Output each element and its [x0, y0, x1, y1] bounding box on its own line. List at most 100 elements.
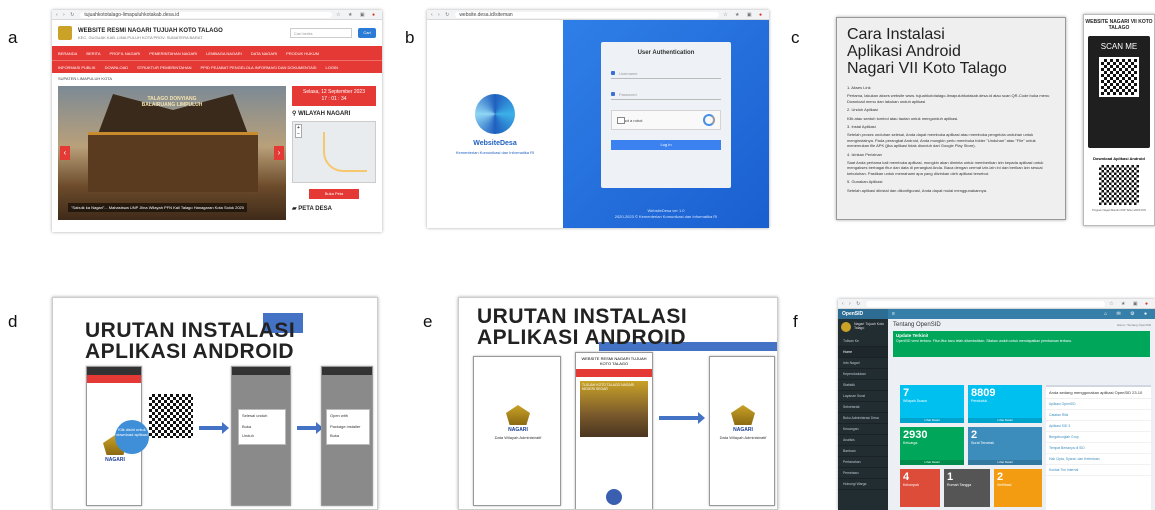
nav-item[interactable]: BERITA: [86, 51, 100, 56]
topbar-icons[interactable]: ⌂ ✉ ⚙ ●: [1104, 309, 1155, 319]
panel-f-opensid-dashboard: ‹ › ↻ ☆ ★ ▣ ● OpenSID ≡ ⌂ ✉ ⚙ ● Nagari T…: [838, 299, 1155, 510]
step-heading: 1. Akses Link: [847, 85, 871, 90]
sidebar-item[interactable]: Statistik: [838, 380, 888, 391]
address-bar[interactable]: website.desa.id/siteman: [455, 11, 720, 18]
stat-more-link[interactable]: Lihat Detail: [900, 418, 964, 423]
steps-title-line1: URUTAN INSTALASI: [85, 319, 296, 342]
dialog-title: Open with: [330, 413, 349, 418]
nagari-label: NAGARI: [508, 427, 528, 433]
panel-label-f: f: [793, 312, 798, 331]
slider-prev-icon[interactable]: ‹: [60, 146, 70, 160]
dialog-option[interactable]: Buka: [330, 433, 366, 438]
sidebar-item[interactable]: Pemetaan: [838, 468, 888, 479]
sidebar-item[interactable]: Buku Administrasi Desa: [838, 413, 888, 424]
stat-box[interactable]: 2 Surat Tercetak Lihat Detail: [968, 427, 1042, 465]
dialog-option[interactable]: Buka: [242, 424, 282, 429]
stat-label: Kelompok: [903, 483, 919, 487]
stat-more-link[interactable]: Lihat Detail: [900, 460, 964, 465]
nav-item[interactable]: STRUKTUR PEMERINTAHAN: [137, 65, 191, 70]
recaptcha-checkbox[interactable]: [617, 116, 625, 124]
sidebar-item-home[interactable]: Home: [838, 347, 888, 358]
info-link[interactable]: Bergabunglah Grup: [1046, 432, 1151, 443]
sidebar-item[interactable]: Hubungi Warga: [838, 479, 888, 490]
nav-item[interactable]: PEMERINTAHAN NAGARI: [149, 51, 197, 56]
stat-box[interactable]: 2 Verifikasi: [994, 469, 1042, 507]
menu-toggle-icon[interactable]: ≡: [888, 309, 895, 319]
nav-item[interactable]: LEMBAGA NAGARI: [206, 51, 242, 56]
address-bar[interactable]: tujuahkototalago-limapuluhkotakab.desa.i…: [80, 11, 333, 18]
username-field[interactable]: Username: [611, 68, 721, 79]
wilayah-map[interactable]: + −: [292, 121, 376, 183]
nav-item[interactable]: DOWNLOAD: [105, 65, 129, 70]
zoom-control-icon[interactable]: + −: [295, 124, 302, 138]
browser-nav-icons[interactable]: ‹ › ↻: [842, 301, 862, 307]
password-placeholder: Password: [619, 92, 637, 97]
nav-item[interactable]: INFORMASI PUBLIK: [58, 65, 96, 70]
slider-next-icon[interactable]: ›: [274, 146, 284, 160]
browser-action-icons[interactable]: ☆ ★ ▣ ●: [1109, 301, 1151, 307]
sidebar-item[interactable]: Bantuan: [838, 446, 888, 457]
sidebar-item[interactable]: Info Nagari: [838, 358, 888, 369]
steps-title-line2: APLIKASI ANDROID: [85, 340, 295, 363]
nav-item[interactable]: BERANDA: [58, 51, 77, 56]
search-input[interactable]: Cari berita: [290, 28, 352, 38]
browser-action-icons[interactable]: ☆ ★ ▣ ●: [723, 12, 765, 18]
info-link[interactable]: Catatan Rilis: [1046, 410, 1151, 421]
download-hint-bubble: Klik disini untuk download aplikasi: [115, 420, 149, 454]
app-logo[interactable]: OpenSID: [838, 309, 888, 319]
sidebar-item[interactable]: Pertanahan: [838, 457, 888, 468]
panel-label-d: d: [8, 312, 18, 331]
stat-box[interactable]: 2930 Keluarga Lihat Detail: [900, 427, 964, 465]
login-button[interactable]: Log In: [611, 140, 721, 150]
nav-item[interactable]: LOGIN: [326, 65, 338, 70]
stat-box[interactable]: 7 Wilayah Dusun Lihat Detail: [900, 385, 964, 423]
panel-a-website-home: ‹ › ↻ tujuahkototalago-limapuluhkotakab.…: [52, 10, 382, 232]
stat-box[interactable]: 8809 Penduduk Lihat Detail: [968, 385, 1042, 423]
alert-title: Update Terkini!: [896, 333, 929, 338]
nagari-emblem: NAGARI Data Wilayah Administratif: [488, 405, 548, 440]
dialog-option[interactable]: Unduh: [242, 433, 282, 438]
building-facade: [88, 132, 258, 192]
ministry-name: Kementerian Komunikasi dan Informatika R…: [455, 149, 535, 155]
panel-e-install-steps: URUTAN INSTALASI APLIKASI ANDROID NAGARI…: [458, 297, 778, 510]
sidebar-item[interactable]: Keuangan: [838, 424, 888, 435]
stat-number: 4: [903, 471, 910, 483]
info-link[interactable]: Tempat Bertanya di SID: [1046, 443, 1151, 454]
nav-item[interactable]: PROFIL NAGARI: [110, 51, 141, 56]
sidebar-user-name: Nagari Tujuah Koto Talago: [854, 322, 884, 330]
sidebar-item[interactable]: Analisis: [838, 435, 888, 446]
sidebar-item[interactable]: Kependudukan: [838, 369, 888, 380]
browser-nav-icons[interactable]: ‹ › ↻: [56, 12, 76, 18]
sidebar-item[interactable]: Tulisan Ke: [838, 336, 888, 347]
password-field[interactable]: Password: [611, 89, 721, 100]
right-sidebar: Selasa, 12 September 2023 17 : 01 : 34 ⚲…: [292, 86, 376, 212]
sidebar-item[interactable]: Sekretariat: [838, 402, 888, 413]
browser-nav-icons[interactable]: ‹ › ↻: [431, 12, 451, 18]
avatar: [841, 322, 851, 332]
browser-action-icons[interactable]: ☆ ★ ▣ ●: [336, 12, 378, 18]
stat-box[interactable]: 1 Rumah Tangga: [944, 469, 990, 507]
info-link[interactable]: Aplikasi SID 3: [1046, 421, 1151, 432]
nav-item[interactable]: PPID PEJABAT PENGELOLA INFORMASI DAN DOK…: [201, 65, 317, 70]
stat-more-link[interactable]: Lihat Detail: [968, 418, 1042, 423]
home-fab-icon[interactable]: [606, 489, 622, 505]
stat-more-link[interactable]: Lihat Detail: [968, 460, 1042, 465]
dialog-option[interactable]: Package installer: [330, 424, 366, 429]
info-link[interactable]: Kontak Tim Internal: [1046, 465, 1151, 476]
login-card: User Authentication Username Password I'…: [601, 42, 731, 188]
nagari-label: NAGARI: [105, 457, 125, 463]
download-label: Download Aplikasi Android: [1093, 156, 1145, 161]
nav-item[interactable]: PRODUK HUKUM: [286, 51, 319, 56]
search-button[interactable]: Cari: [358, 28, 376, 38]
stat-box[interactable]: 4 Kelompok: [900, 469, 940, 507]
info-link[interactable]: Aplikasi OpenSID: [1046, 399, 1151, 410]
phone-app-home: NAGARI Data Wilayah Administratif: [473, 356, 561, 506]
sidebar-item[interactable]: Layanan Surat: [838, 391, 888, 402]
address-bar[interactable]: [866, 300, 1106, 307]
brand-column: WebsiteDesa Kementerian Komunikasi dan I…: [427, 20, 563, 228]
panel-label-b: b: [405, 28, 415, 47]
nav-item[interactable]: DATA NAGARI: [251, 51, 277, 56]
guide-title-line1: Cara Instalasi: [847, 26, 945, 43]
open-map-button[interactable]: Buka Peta: [309, 189, 359, 199]
info-link[interactable]: Hak Cipta, Syarat, dan Ketentuan: [1046, 454, 1151, 465]
